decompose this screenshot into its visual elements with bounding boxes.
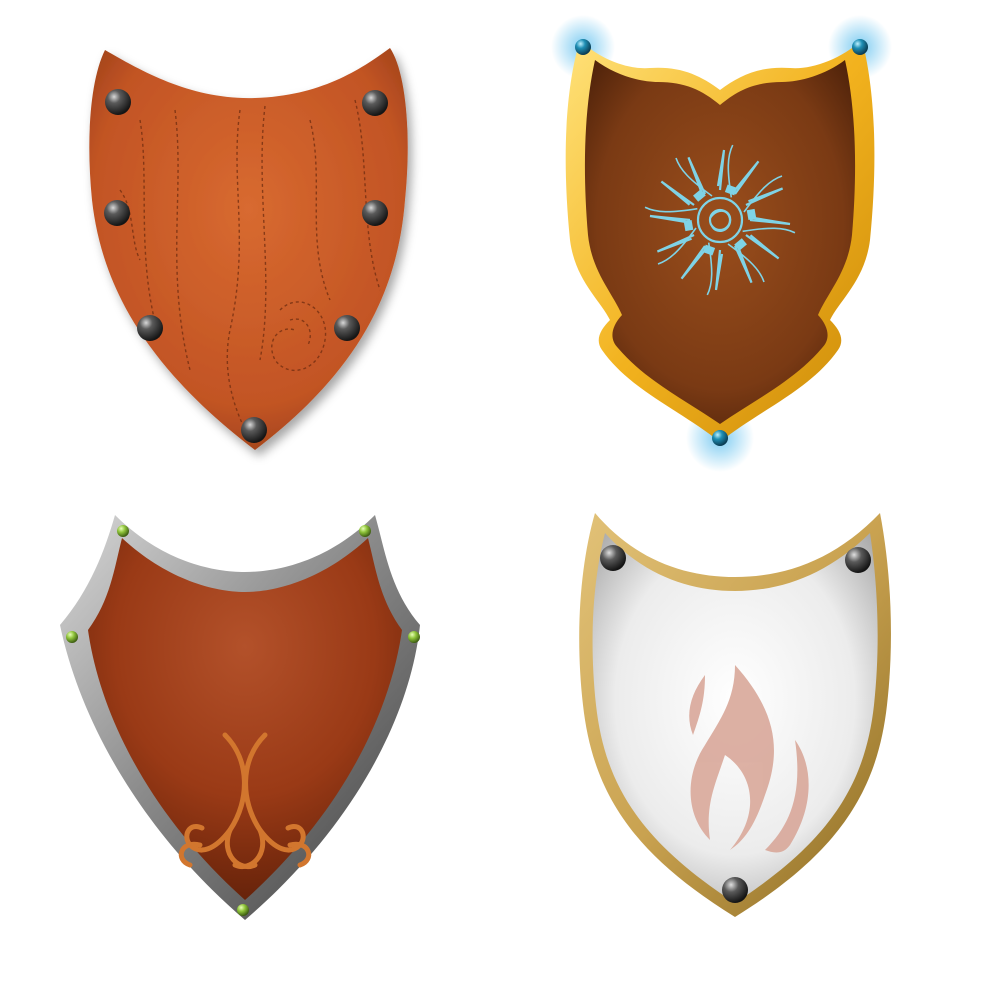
iron-rim-shield-icon[interactable] (50, 500, 440, 930)
wooden-shield-face (89, 48, 408, 450)
wooden-shield-icon[interactable] (80, 40, 420, 460)
white-flame-shield-icon[interactable] (565, 505, 905, 925)
gold-trim-shield-icon[interactable] (540, 10, 900, 472)
shield-gallery (0, 0, 1000, 1000)
iron-shield-face (88, 538, 402, 900)
